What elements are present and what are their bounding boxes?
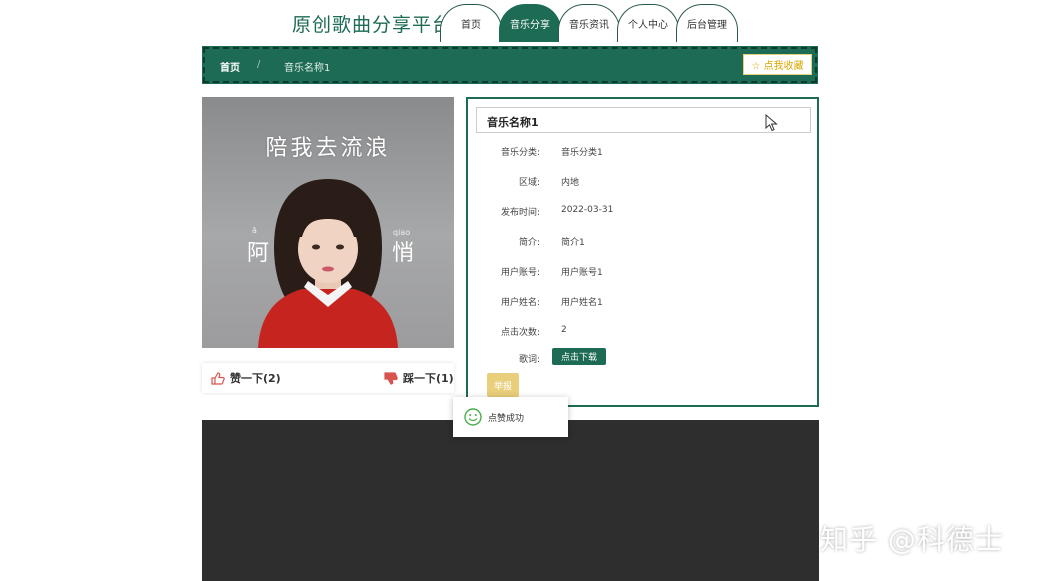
nav-tab-music-share[interactable]: 音乐分享 — [499, 4, 561, 42]
success-toast: 点赞成功 — [453, 397, 568, 437]
main-nav: 首页 音乐分享 音乐资讯 个人中心 后台管理 — [440, 4, 738, 44]
mouse-cursor-icon — [765, 114, 778, 132]
field-value-category: 音乐分类1 — [561, 148, 603, 158]
toast-message: 点赞成功 — [488, 414, 525, 424]
nav-tab-admin[interactable]: 后台管理 — [676, 4, 738, 42]
footer — [202, 420, 819, 581]
field-label-category: 音乐分类: — [500, 148, 540, 158]
music-title: 音乐名称1 — [476, 107, 811, 133]
field-label-lyrics: 歌词: — [518, 355, 540, 365]
download-lyrics-button[interactable]: 点击下载 — [552, 348, 606, 365]
cover-right-character: 悄 — [392, 241, 415, 266]
cover-title: 陪我去流浪 — [265, 136, 391, 161]
field-label-user-account: 用户账号: — [500, 268, 540, 278]
breadcrumb: 首页 / 音乐名称1 ☆ 点我收藏 — [202, 46, 818, 84]
report-button[interactable]: 举报 — [487, 373, 519, 397]
field-label-user-name: 用户姓名: — [500, 298, 540, 308]
field-value-click-count: 2 — [561, 325, 567, 335]
cover-left-character: 阿 — [247, 241, 270, 266]
album-cover: 陪我去流浪 ā 阿 qiao 悄 — [202, 97, 454, 348]
field-label-click-count: 点击次数: — [500, 328, 540, 338]
breadcrumb-home-link[interactable]: 首页 — [220, 59, 240, 74]
smile-icon — [464, 408, 482, 426]
cover-left-pinyin: ā — [252, 226, 257, 235]
favorite-button[interactable]: ☆ 点我收藏 — [743, 54, 812, 75]
nav-tab-music-news[interactable]: 音乐资讯 — [558, 4, 620, 42]
nav-tab-home[interactable]: 首页 — [440, 4, 502, 42]
breadcrumb-current: 音乐名称1 — [284, 63, 331, 74]
thumbs-up-icon — [211, 371, 225, 385]
like-button[interactable]: 赞一下(2) — [211, 370, 281, 386]
dislike-label: 踩一下(1) — [403, 372, 454, 385]
field-label-region: 区域: — [518, 178, 540, 188]
like-label: 赞一下(2) — [230, 372, 281, 385]
field-value-user-name: 用户姓名1 — [561, 298, 603, 308]
nav-tab-personal-center[interactable]: 个人中心 — [617, 4, 679, 42]
field-value-publish-date: 2022-03-31 — [561, 205, 614, 215]
field-value-user-account: 用户账号1 — [561, 268, 603, 278]
thumbs-down-icon — [384, 371, 398, 385]
dislike-button[interactable]: 踩一下(1) — [384, 370, 454, 386]
vote-bar: 赞一下(2) 踩一下(1) — [202, 363, 454, 393]
music-detail-panel: 音乐名称1 音乐分类: 音乐分类1 区域: 内地 发布时间: 2022-03-3… — [466, 97, 819, 407]
field-label-publish-date: 发布时间: — [500, 208, 540, 218]
field-label-intro: 简介: — [518, 238, 540, 248]
field-value-region: 内地 — [561, 178, 580, 188]
breadcrumb-separator: / — [257, 59, 261, 70]
watermark: 知乎 @科德士 — [820, 523, 1004, 556]
site-title: 原创歌曲分享平台 — [292, 14, 453, 36]
field-value-intro: 简介1 — [561, 238, 585, 248]
